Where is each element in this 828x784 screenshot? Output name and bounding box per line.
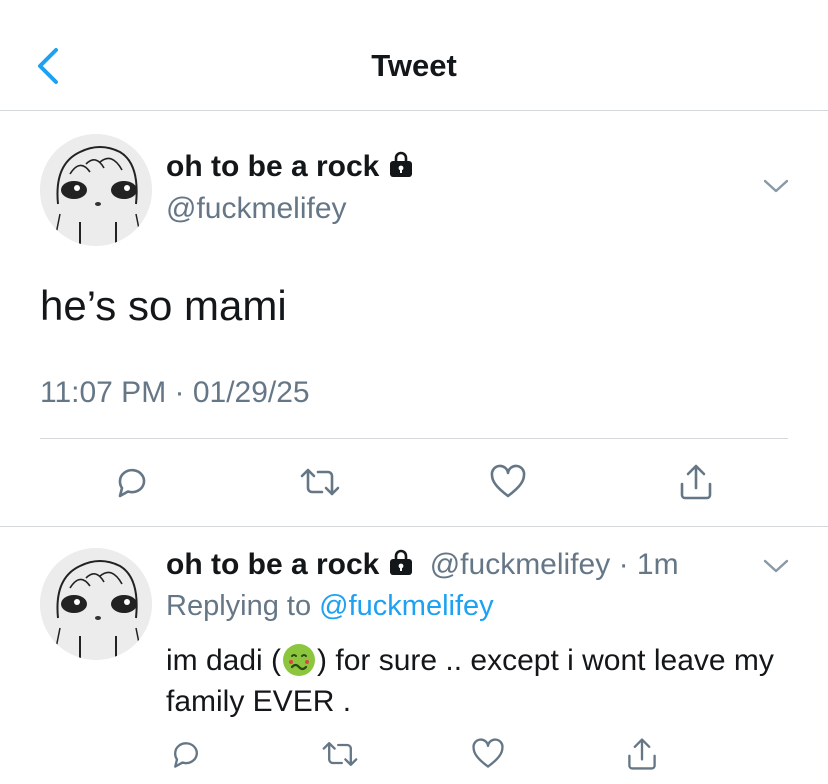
share-icon (628, 738, 656, 770)
nauseated-face-icon (281, 642, 317, 678)
retweet-button[interactable] (298, 460, 342, 504)
lock-icon (387, 548, 415, 584)
tweet-text: he’s so mami (40, 282, 287, 329)
reply-icon (174, 742, 198, 768)
lock-icon (387, 150, 415, 186)
avatar-drawing-icon (40, 548, 152, 660)
avatar[interactable] (40, 134, 152, 246)
reply-reply-button[interactable] (164, 732, 208, 776)
replying-to-handle[interactable]: @fuckmelifey (319, 590, 493, 622)
reply-icon (118, 468, 146, 498)
reply-more-options-button[interactable] (762, 556, 790, 581)
chevron-down-icon (763, 179, 789, 193)
author-name-row[interactable]: oh to be a rock (166, 150, 415, 186)
reply-author-name: oh to be a rock (166, 548, 380, 581)
replying-to-label: Replying to (166, 590, 312, 622)
tweet-timestamp[interactable]: 11:07 PM · 01/29/25 (40, 376, 310, 410)
reply-text: im dadi ( ) for sure .. except i wont le… (166, 640, 806, 722)
reply-avatar[interactable] (40, 548, 152, 660)
retweet-icon (322, 742, 358, 766)
reply-text-start: im dadi ( (166, 644, 282, 677)
author-name: oh to be a rock (166, 150, 380, 183)
divider (40, 438, 788, 439)
like-button[interactable] (486, 460, 530, 504)
heart-icon (490, 464, 526, 498)
reply-retweet-button[interactable] (318, 732, 362, 776)
retweet-icon (300, 468, 340, 496)
replying-to: Replying to @fuckmelifey (166, 590, 494, 623)
reply-like-button[interactable] (466, 732, 510, 776)
share-button[interactable] (674, 460, 718, 504)
share-icon (680, 464, 712, 500)
heart-icon (472, 738, 504, 768)
reply-time: · 1m (618, 548, 679, 581)
more-options-button[interactable] (762, 176, 790, 201)
author-handle[interactable]: @fuckmelifey (166, 192, 347, 226)
reply-button[interactable] (110, 460, 154, 504)
top-bar: Tweet (0, 0, 828, 111)
reply-author-row[interactable]: oh to be a rock @fuckmelifey · 1m (166, 548, 679, 584)
page-title: Tweet (371, 48, 457, 83)
chevron-down-icon (763, 559, 789, 573)
divider (0, 526, 828, 527)
reply-share-button[interactable] (620, 732, 664, 776)
reply-author-handle: @fuckmelifey (429, 548, 611, 581)
avatar-drawing-icon (40, 134, 152, 246)
